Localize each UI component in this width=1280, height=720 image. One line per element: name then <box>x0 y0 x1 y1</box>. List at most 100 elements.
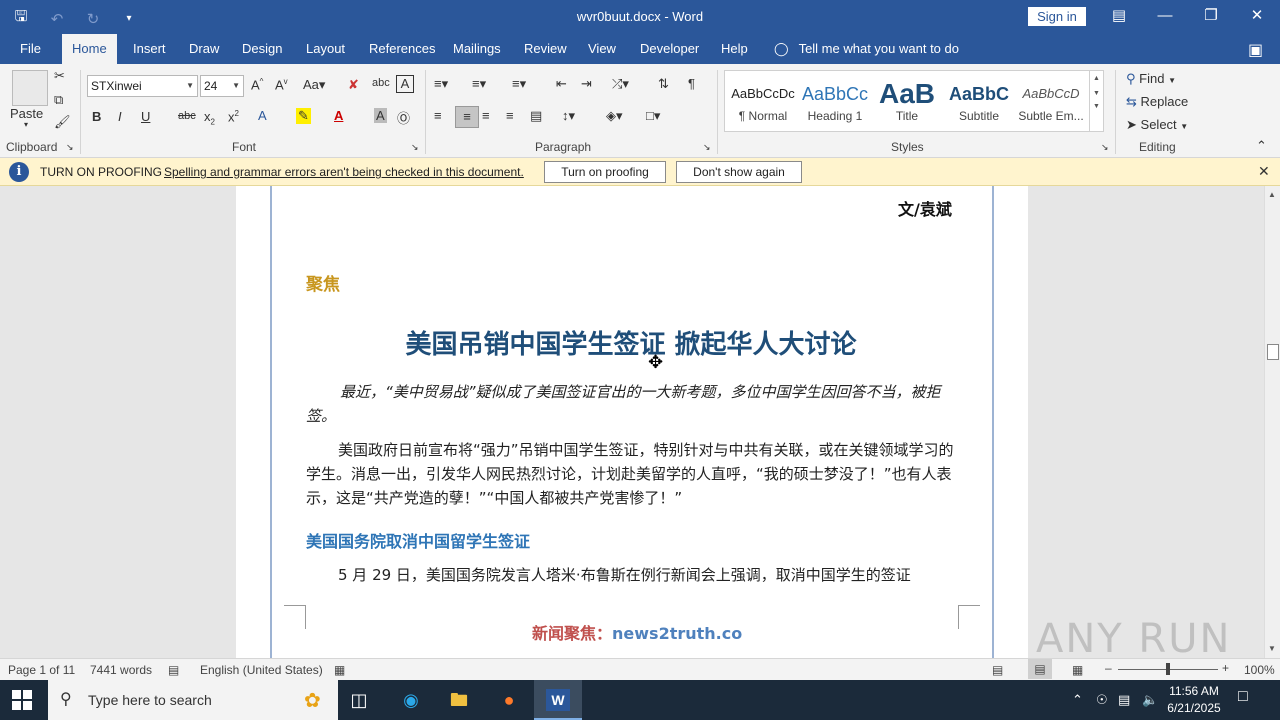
edge-icon[interactable]: ◉ <box>396 686 426 714</box>
style-subtitle[interactable]: AaBbC Subtitle <box>943 71 1015 131</box>
zoom-out-icon[interactable]: – <box>1105 661 1112 675</box>
asian-layout-icon[interactable]: ⤮▾ <box>612 76 629 92</box>
tab-home[interactable]: Home <box>62 34 117 64</box>
increase-indent-icon[interactable]: ⇥ <box>581 76 592 92</box>
show-hidden-icons-icon[interactable]: ⌃ <box>1072 692 1083 708</box>
grow-font-icon[interactable]: A^ <box>251 77 263 92</box>
sign-in-button[interactable]: Sign in <box>1028 7 1086 26</box>
tab-view[interactable]: View <box>578 34 626 64</box>
enclose-characters-icon[interactable]: Ⓞ <box>397 108 410 127</box>
chevron-down-icon[interactable]: ▼ <box>1090 90 1103 97</box>
tab-mailings[interactable]: Mailings <box>443 34 511 64</box>
maximize-button[interactable]: ❐ <box>1188 0 1234 34</box>
paste-icon[interactable] <box>12 70 48 106</box>
font-size-box[interactable]: 24 ▼ <box>200 75 244 97</box>
network-icon[interactable]: ▤ <box>1118 692 1130 708</box>
zoom-in-icon[interactable]: + <box>1222 661 1229 675</box>
borders-icon[interactable]: □▾ <box>646 108 660 124</box>
minimize-button[interactable]: — <box>1142 0 1188 34</box>
bold-icon[interactable]: B <box>92 109 101 124</box>
close-icon[interactable]: ✕ <box>1258 163 1270 180</box>
styles-launcher-icon[interactable]: ↘ <box>1101 142 1109 153</box>
zoom-level[interactable]: 100% <box>1244 663 1275 677</box>
tab-design[interactable]: Design <box>232 34 292 64</box>
volume-icon[interactable]: 🔈 <box>1142 692 1158 708</box>
subscript-icon[interactable]: x2 <box>204 109 215 127</box>
underline-icon[interactable]: U <box>141 109 150 124</box>
tab-insert[interactable]: Insert <box>123 34 176 64</box>
align-left-icon[interactable]: ≡ <box>434 108 442 123</box>
style-subtle-emphasis[interactable]: AaBbCcD Subtle Em... <box>1015 71 1087 131</box>
multilevel-list-icon[interactable]: ≡▾ <box>512 76 526 92</box>
show-marks-icon[interactable]: ¶ <box>688 76 695 91</box>
align-center-icon[interactable]: ≡ <box>455 106 479 128</box>
file-explorer-icon[interactable]: 🖿 <box>444 686 474 714</box>
word-taskbar-button[interactable]: W <box>534 680 582 720</box>
scrollbar-thumb[interactable] <box>1267 344 1279 360</box>
vertical-scrollbar[interactable]: ▲ ▼ <box>1264 186 1280 658</box>
font-color-icon[interactable]: A <box>334 108 343 123</box>
tab-draw[interactable]: Draw <box>179 34 229 64</box>
collapse-ribbon-icon[interactable]: ⌃ <box>1256 138 1267 154</box>
tab-help[interactable]: Help <box>711 34 758 64</box>
phonetic-guide-icon[interactable]: abc <box>372 77 390 89</box>
paragraph-launcher-icon[interactable]: ↘ <box>703 142 711 153</box>
paste-dropdown-icon[interactable]: ▾ <box>24 120 28 129</box>
replace-button[interactable]: ⇆ Replace <box>1126 94 1188 110</box>
system-clock[interactable]: 11:56 AM 6/21/2025 <box>1164 683 1224 717</box>
language[interactable]: English (United States) <box>200 663 323 677</box>
style-title[interactable]: AaB Title <box>871 71 943 131</box>
windows-start-icon[interactable] <box>12 690 32 710</box>
distributed-icon[interactable]: ▤ <box>530 108 542 124</box>
character-shading-icon[interactable]: A <box>374 108 387 123</box>
superscript-icon[interactable]: x2 <box>228 109 239 124</box>
character-border-icon[interactable]: A <box>396 75 414 93</box>
tell-me-box[interactable]: ◯ Tell me what you want to do <box>774 34 959 64</box>
select-button[interactable]: ➤ Select ▼ <box>1126 117 1188 133</box>
turn-on-proofing-button[interactable]: Turn on proofing <box>544 161 666 183</box>
read-mode-icon[interactable]: ▤ <box>992 663 1003 677</box>
taskbar-search-box[interactable]: ⚲ Type here to search ✿ <box>48 680 338 720</box>
line-spacing-icon[interactable]: ↕▾ <box>562 108 575 124</box>
tab-references[interactable]: References <box>359 34 445 64</box>
tab-review[interactable]: Review <box>514 34 577 64</box>
format-painter-icon[interactable]: 🖌 <box>54 114 71 130</box>
tab-developer[interactable]: Developer <box>630 34 709 64</box>
more-styles-icon[interactable]: ▼ <box>1090 103 1103 110</box>
firefox-icon[interactable]: ● <box>494 686 524 714</box>
find-button[interactable]: ⚲ Find ▼ <box>1126 71 1176 87</box>
text-effects-icon[interactable]: A <box>258 108 267 123</box>
style-heading-1[interactable]: AaBbCc Heading 1 <box>799 71 871 131</box>
style-normal[interactable]: AaBbCcDc ¶ Normal <box>727 71 799 131</box>
accessibility-icon[interactable]: ▦ <box>334 663 345 677</box>
numbering-icon[interactable]: ≡▾ <box>472 76 486 92</box>
highlight-icon[interactable]: ✎ <box>296 108 311 124</box>
print-layout-icon[interactable]: ▤ <box>1028 659 1052 679</box>
change-case-icon[interactable]: Aa▾ <box>303 77 325 93</box>
styles-scroll[interactable]: ▲ ▼ ▼ <box>1089 71 1103 131</box>
italic-icon[interactable]: I <box>118 109 122 124</box>
sort-icon[interactable]: ⇅ <box>658 76 669 92</box>
font-launcher-icon[interactable]: ↘ <box>411 142 419 153</box>
task-view-icon[interactable]: ◫ <box>344 686 374 714</box>
close-button[interactable]: ✕ <box>1234 0 1280 34</box>
ribbon-display-options-icon[interactable]: ▤ <box>1096 0 1142 34</box>
web-layout-icon[interactable]: ▦ <box>1072 663 1083 677</box>
cut-icon[interactable]: ✂ <box>54 68 65 84</box>
copy-icon[interactable]: ⧉ <box>54 92 63 108</box>
dont-show-again-button[interactable]: Don't show again <box>676 161 802 183</box>
align-right-icon[interactable]: ≡ <box>482 108 490 123</box>
page-count[interactable]: Page 1 of 11 <box>8 663 75 677</box>
justify-icon[interactable]: ≡ <box>506 108 514 123</box>
strikethrough-icon[interactable]: abc <box>178 110 196 122</box>
clear-formatting-icon[interactable]: ✘ <box>348 77 359 93</box>
font-name-box[interactable]: STXinwei ▼ <box>87 75 198 97</box>
shrink-font-icon[interactable]: Av <box>275 77 288 92</box>
chevron-down-icon[interactable]: ▼ <box>1268 644 1276 653</box>
decrease-indent-icon[interactable]: ⇤ <box>556 76 567 92</box>
chevron-up-icon[interactable]: ▲ <box>1268 190 1276 199</box>
zoom-slider-thumb[interactable] <box>1166 663 1170 675</box>
paste-button[interactable]: Paste <box>10 106 43 121</box>
bullets-icon[interactable]: ≡▾ <box>434 76 448 92</box>
word-count[interactable]: 7441 words <box>90 663 152 677</box>
